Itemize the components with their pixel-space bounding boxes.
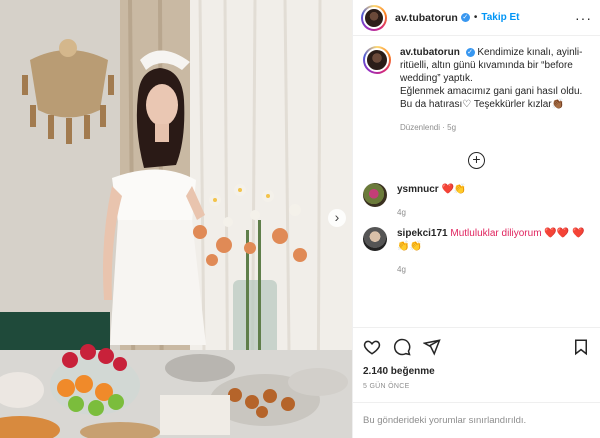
post-actions: 2.140 beğenme 5 GÜN ÖNCE [353,327,600,390]
verified-badge-icon: ✓ [465,48,475,57]
caption-line-2: Eğlenmek amacımız gani gani hasıl oldu. [400,86,583,97]
more-horizontal-icon[interactable]: ··· [575,10,592,26]
caption-body: av.tubatorun ✓ Kendimize kınalı, ayinli-… [400,46,590,134]
caption-avatar[interactable] [363,46,391,74]
comment-avatar[interactable] [363,227,387,251]
comments-restricted-notice: Bu gönderideki yorumlar sınırlandırıldı. [353,402,600,438]
comment-item: ysmnucr ❤️👏 4g [363,183,590,219]
verified-badge-icon: ✓ [460,13,470,22]
comment-icon[interactable] [393,338,411,356]
comment-time: 4g [397,265,406,274]
likes-count[interactable]: 2.140 beğenme [363,366,590,377]
share-icon[interactable] [423,338,441,356]
caption-line-3: Bu da hatırası♡ Teşekkürler kızlar👏🏾 [400,99,565,110]
caption-username[interactable]: av.tubatorun [400,47,460,58]
post-header: av.tubatorun ✓ • Takip Et ··· [353,0,600,36]
comment-text: ❤️👏 [441,184,467,195]
instagram-post: › av.tubatorun ✓ • Takip Et ··· av.tubat… [0,0,600,438]
follow-button[interactable]: Takip Et [481,12,519,23]
next-photo-button[interactable]: › [328,209,346,227]
comment-avatar[interactable] [363,183,387,207]
comment-time: 4g [397,208,406,217]
edited-timestamp: Düzenlendi · 5g [400,123,457,132]
avatar[interactable] [361,4,387,31]
separator-dot: • [473,12,478,23]
comment-item: sipekci171 Mutluluklar diliyorum ❤️❤️ ❤️… [363,227,590,276]
load-more-comments: + [363,152,590,169]
header-username[interactable]: av.tubatorun [395,12,458,24]
photo-scene [0,0,352,438]
bookmark-icon[interactable] [572,338,590,356]
post-date: 5 GÜN ÖNCE [363,383,410,390]
heart-icon[interactable] [363,338,381,356]
plus-circle-icon[interactable]: + [468,152,485,169]
comment-username[interactable]: ysmnucr [397,184,439,195]
comment-username[interactable]: sipekci171 [397,228,448,239]
post-photo[interactable]: › [0,0,352,438]
post-side-panel: av.tubatorun ✓ • Takip Et ··· av.tubator… [352,0,600,438]
caption: av.tubatorun ✓ Kendimize kınalı, ayinli-… [363,46,590,134]
comments-section: av.tubatorun ✓ Kendimize kınalı, ayinli-… [353,36,600,327]
